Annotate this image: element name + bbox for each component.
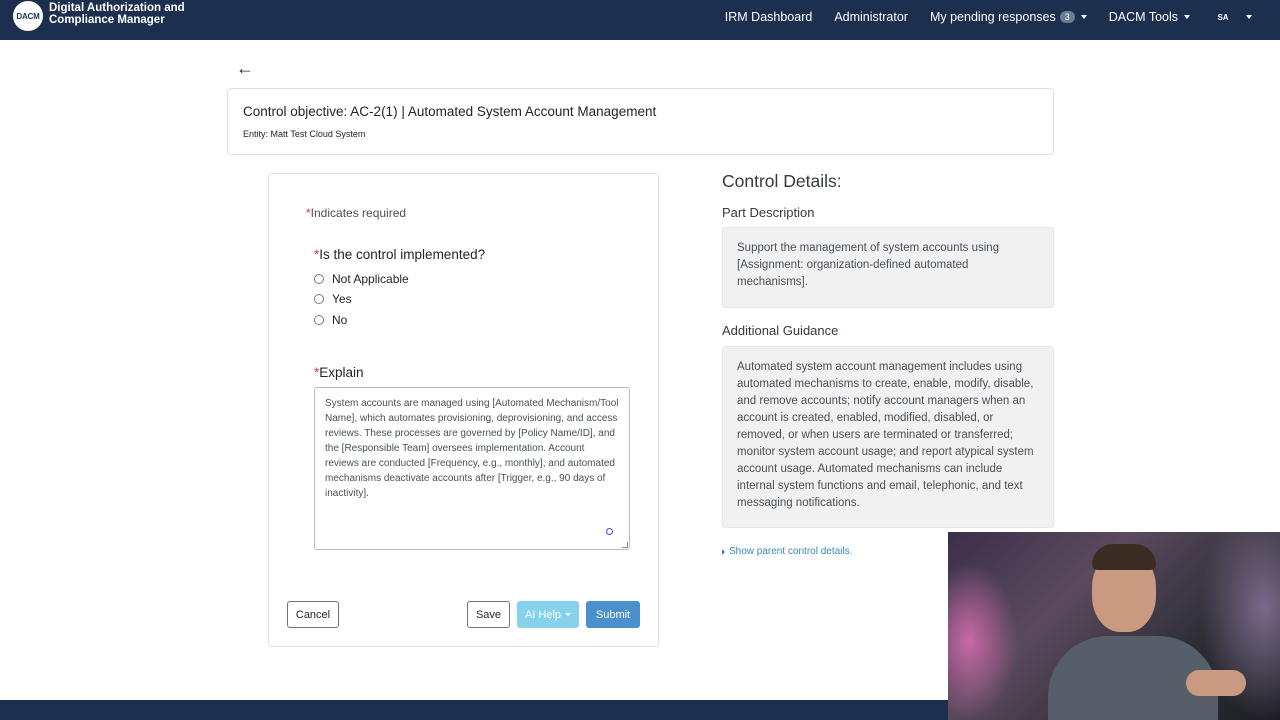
- implemented-question-label: Is the control implemented?: [319, 247, 486, 262]
- resize-handle[interactable]: [622, 542, 628, 548]
- part-description-label: Part Description: [722, 205, 815, 220]
- explain-label: *Explain: [314, 365, 364, 380]
- explain-label-text: Explain: [319, 365, 364, 380]
- implemented-question: *Is the control implemented?: [314, 247, 485, 262]
- nav-dacm-tools[interactable]: DACM Tools: [1109, 10, 1190, 24]
- nav-links: IRM Dashboard Administrator My pending r…: [703, 0, 1252, 34]
- page-title: Control objective: AC-2(1) | Automated S…: [243, 104, 657, 119]
- response-form: *Indicates required *Is the control impl…: [268, 173, 659, 647]
- grammar-assistant-icon[interactable]: [606, 528, 613, 535]
- brand-line-1: Digital Authorization and: [49, 2, 185, 14]
- chevron-down-icon: [1080, 15, 1087, 19]
- show-parent-link[interactable]: Show parent control details.: [722, 546, 852, 557]
- radio-not-applicable[interactable]: Not Applicable: [314, 272, 409, 286]
- nav-irm-dashboard-label: IRM Dashboard: [724, 10, 813, 24]
- control-details-heading: Control Details:: [722, 171, 842, 191]
- presenter-hand: [1186, 670, 1246, 696]
- chevron-down-icon: [1184, 15, 1190, 19]
- nav-pending-responses-label: My pending responses: [929, 10, 1056, 24]
- ai-help-label: AI Help: [524, 608, 562, 621]
- nav-administrator-label: Administrator: [834, 10, 908, 24]
- top-navbar: DACM Digital Authorization and Complianc…: [0, 0, 1280, 40]
- cancel-button[interactable]: Cancel: [287, 601, 339, 628]
- explain-text: System accounts are managed using [Autom…: [325, 398, 619, 499]
- radio-button[interactable]: [314, 294, 324, 304]
- caret-right-icon: [722, 548, 725, 555]
- show-parent-label: Show parent control details.: [729, 546, 853, 557]
- webcam-overlay: [948, 532, 1280, 720]
- presenter-hair: [1092, 544, 1156, 570]
- nav-irm-dashboard[interactable]: IRM Dashboard: [725, 10, 813, 24]
- additional-guidance-panel: Automated system account management incl…: [722, 346, 1054, 528]
- radio-button[interactable]: [314, 315, 324, 325]
- required-note: *Indicates required: [306, 206, 406, 220]
- back-arrow-icon[interactable]: ←: [236, 58, 254, 79]
- part-description-text: Support the management of system account…: [737, 242, 1000, 288]
- nav-pending-responses[interactable]: My pending responses 3: [930, 10, 1087, 24]
- radio-label: Yes: [332, 292, 352, 306]
- ai-help-button[interactable]: AI Help: [517, 601, 579, 628]
- user-avatar: SA: [1212, 6, 1234, 28]
- brand-title[interactable]: Digital Authorization and Compliance Man…: [49, 2, 185, 26]
- required-note-text: Indicates required: [310, 206, 407, 220]
- radio-button[interactable]: [314, 274, 324, 284]
- additional-guidance-label: Additional Guidance: [722, 323, 839, 338]
- nav-administrator[interactable]: Administrator: [834, 10, 908, 24]
- part-description-panel: Support the management of system account…: [722, 227, 1054, 308]
- radio-label: No: [332, 313, 348, 327]
- user-menu[interactable]: SA: [1212, 6, 1252, 28]
- chevron-down-icon: [1246, 15, 1252, 19]
- entity-label: Entity: Matt Test Cloud System: [243, 129, 366, 139]
- additional-guidance-text: Automated system account management incl…: [737, 361, 1034, 509]
- radio-label: Not Applicable: [332, 272, 409, 286]
- webcam-light: [948, 562, 1018, 720]
- explain-textarea[interactable]: System accounts are managed using [Autom…: [314, 387, 630, 550]
- radio-no[interactable]: No: [314, 313, 347, 327]
- objective-card: Control objective: AC-2(1) | Automated S…: [227, 88, 1054, 155]
- radio-yes[interactable]: Yes: [314, 292, 352, 306]
- pending-count-badge: 3: [1059, 11, 1075, 23]
- save-button[interactable]: Save: [467, 601, 510, 628]
- brand-line-2: Compliance Manager: [49, 13, 165, 26]
- dacm-logo[interactable]: DACM: [13, 1, 43, 31]
- chevron-down-icon: [565, 613, 572, 616]
- submit-button[interactable]: Submit: [586, 601, 640, 628]
- nav-dacm-tools-label: DACM Tools: [1108, 10, 1178, 24]
